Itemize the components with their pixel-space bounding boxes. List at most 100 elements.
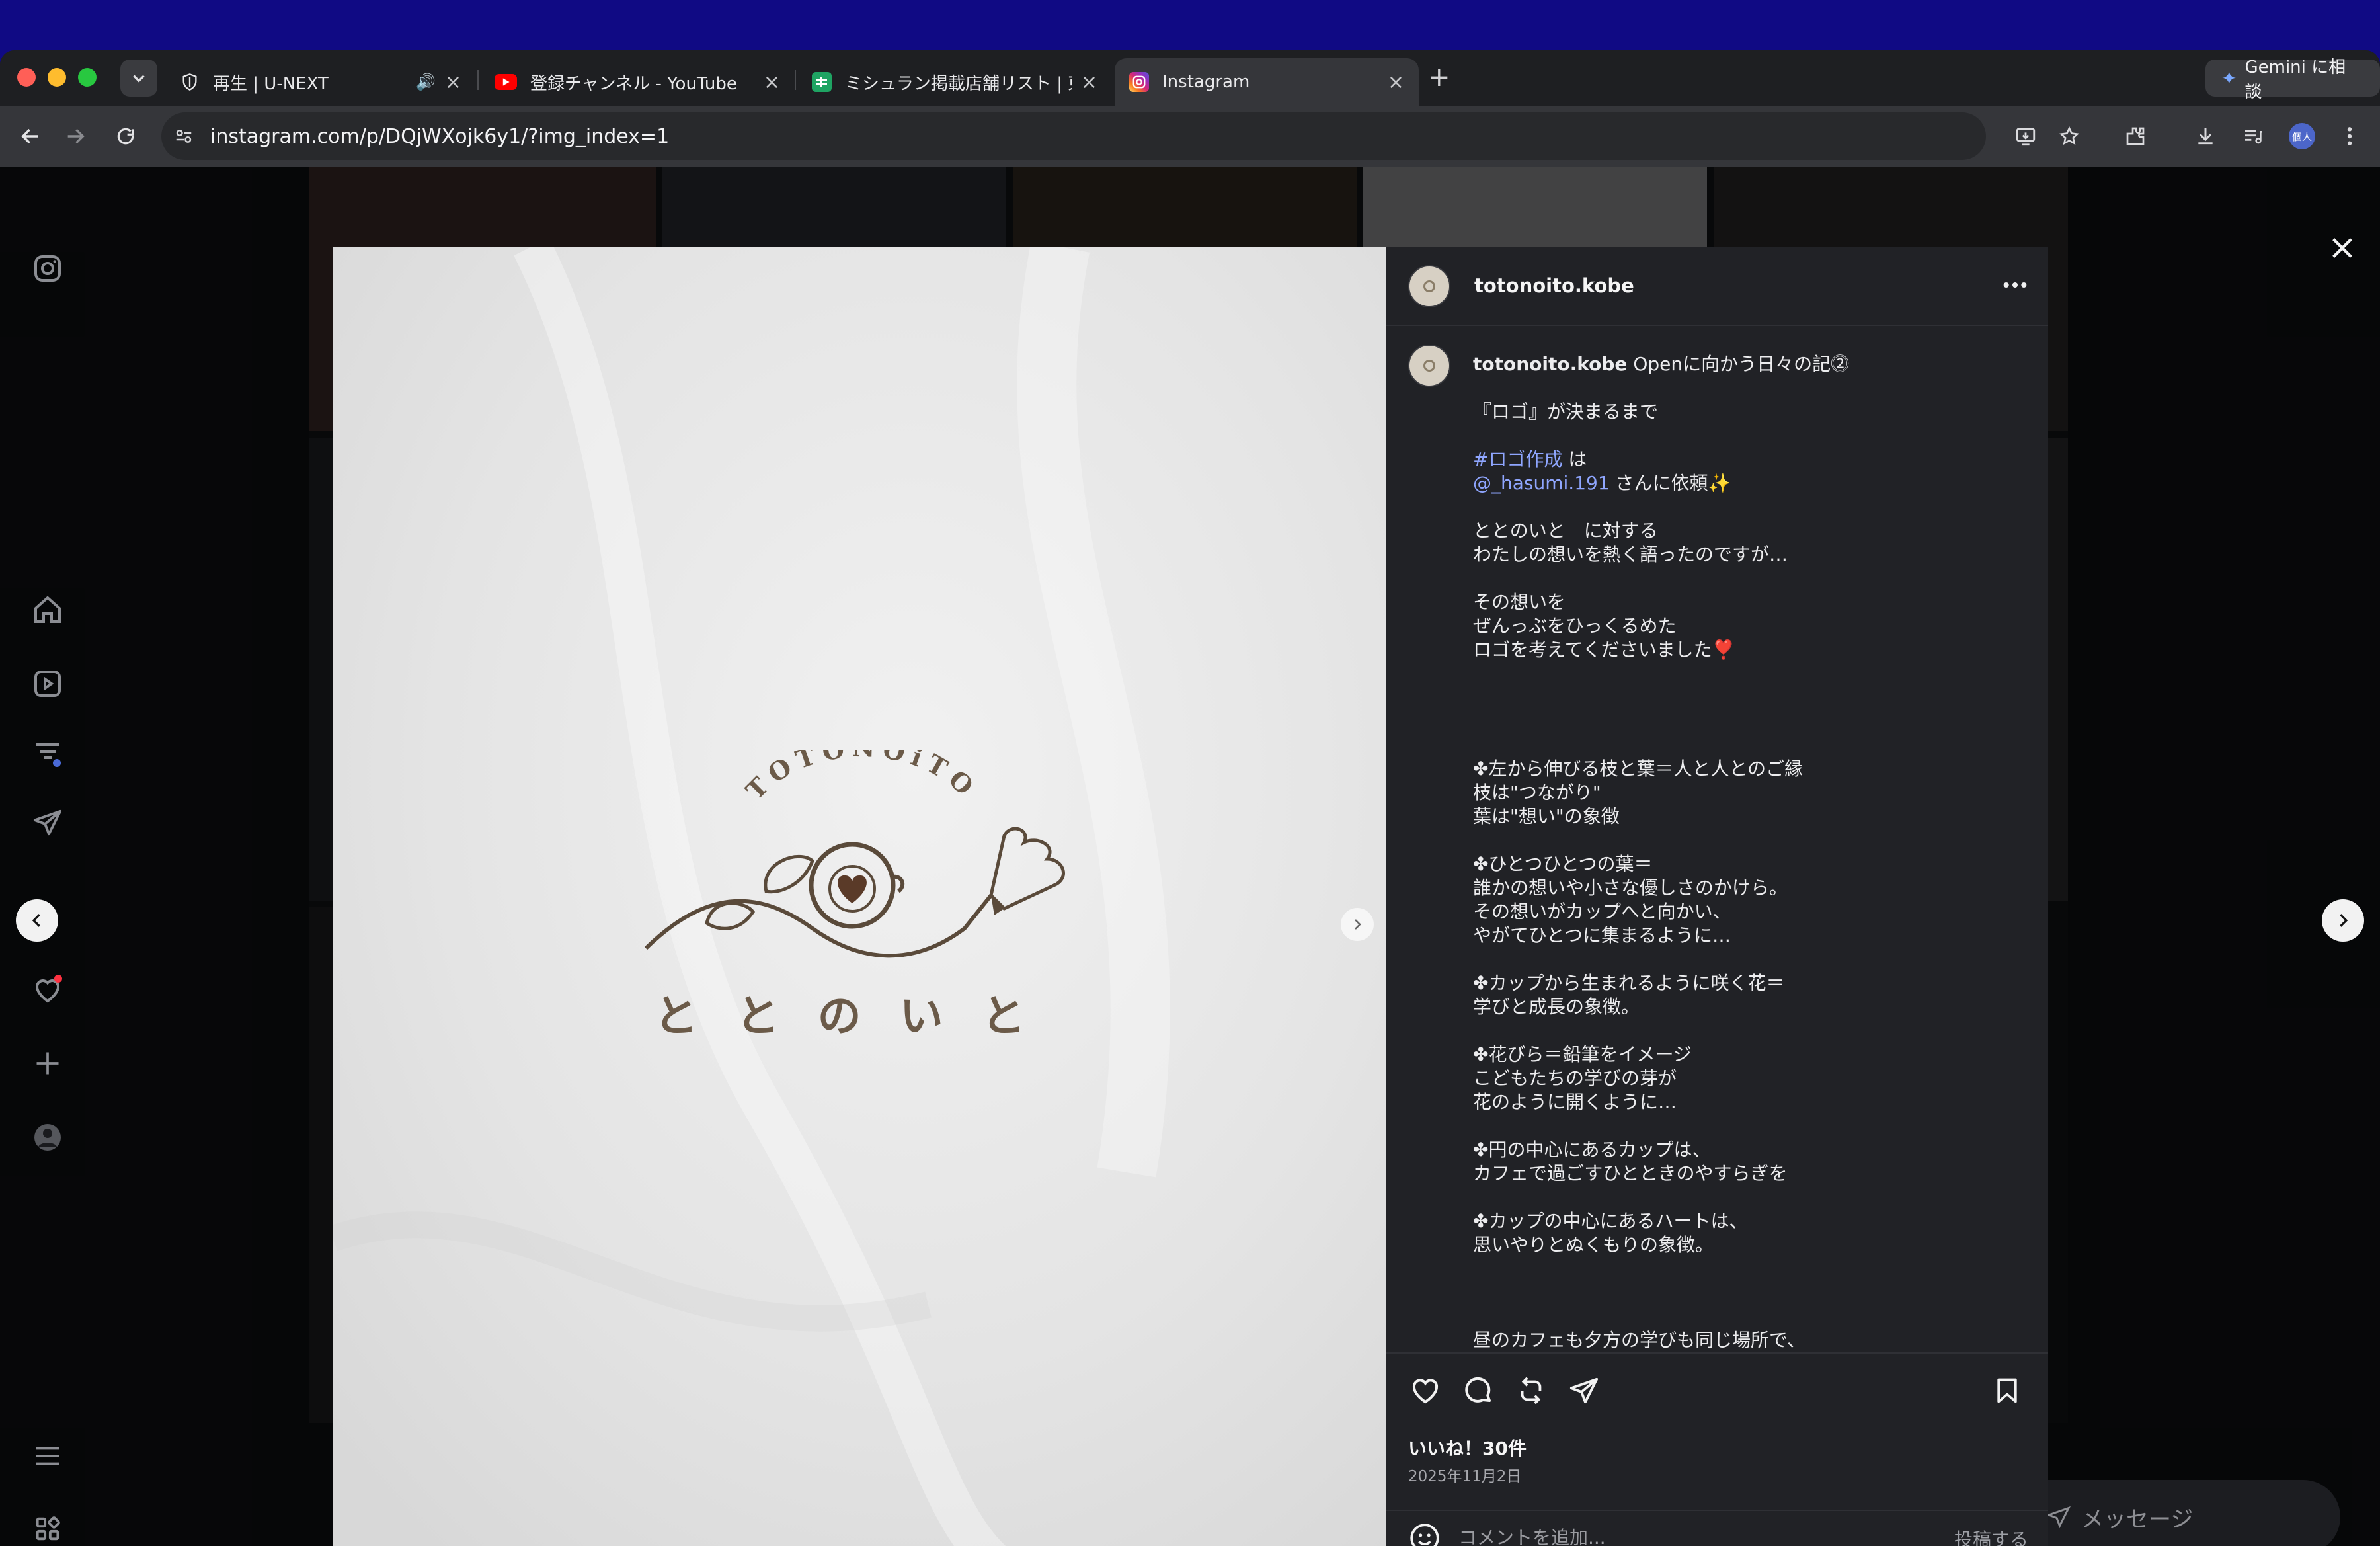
tab-separator bbox=[795, 70, 796, 90]
next-post-button[interactable] bbox=[2322, 899, 2364, 942]
bookmark-star-button[interactable] bbox=[2051, 118, 2088, 155]
caption-username[interactable]: totonoito.kobe bbox=[1473, 353, 1627, 375]
tab-close-icon[interactable]: × bbox=[445, 71, 461, 94]
post-comment-button[interactable]: 投稿する bbox=[1954, 1526, 2028, 1546]
reload-button[interactable] bbox=[107, 118, 144, 155]
browser-menu-button[interactable] bbox=[2331, 118, 2368, 155]
caption-line: その想いがカップへと向かい、 bbox=[1473, 901, 1731, 922]
previous-post-button[interactable] bbox=[16, 899, 58, 942]
reels-icon[interactable] bbox=[28, 664, 67, 704]
tab-close-icon[interactable]: × bbox=[764, 71, 780, 94]
create-plus-icon[interactable] bbox=[28, 1043, 67, 1083]
tab-unext[interactable]: 再生 | U-NEXT 🔊 × bbox=[165, 58, 476, 106]
caption-line: わたしの想いを熱く語ったのですが… bbox=[1473, 544, 1788, 565]
author-username[interactable]: totonoito.kobe bbox=[1474, 274, 1634, 297]
instagram-sidebar bbox=[0, 167, 93, 1546]
more-options-button[interactable] bbox=[2002, 270, 2028, 298]
close-modal-button[interactable] bbox=[2326, 231, 2359, 264]
forward-button[interactable] bbox=[57, 118, 94, 155]
tab-title: ミシュラン掲載店舗リスト | 東京 bbox=[845, 73, 1072, 94]
mention-link[interactable]: @_hasumi.191 bbox=[1473, 472, 1610, 494]
send-icon bbox=[2047, 1506, 2071, 1529]
logo-arc-text: TOTONOiTO bbox=[740, 733, 977, 805]
notifications-heart-icon[interactable] bbox=[28, 969, 67, 1009]
tab-strip: 再生 | U-NEXT 🔊 × 登録チャンネル - YouTube × ミシュラ… bbox=[0, 50, 2380, 106]
messages-icon[interactable] bbox=[28, 803, 67, 842]
instagram-icon bbox=[1129, 72, 1149, 92]
extensions-button[interactable] bbox=[2117, 118, 2154, 155]
like-button[interactable] bbox=[1407, 1372, 1444, 1409]
download-icon bbox=[2198, 128, 2213, 145]
hashtag-link[interactable]: #ロゴ作成 bbox=[1473, 448, 1562, 470]
save-button[interactable] bbox=[1989, 1372, 2026, 1409]
tab-separator bbox=[477, 70, 479, 90]
url-text: instagram.com/p/DQjWXojk6y1/?img_index=1 bbox=[210, 124, 670, 148]
feed-filter-icon[interactable] bbox=[28, 734, 67, 774]
repost-button[interactable] bbox=[1513, 1372, 1550, 1409]
caption-line: @_hasumi.191 さんに依頼✨ bbox=[1473, 472, 1731, 494]
caption-avatar[interactable] bbox=[1408, 345, 1450, 387]
caption-line: 昼のカフェも夕方の学びも同じ場所で、 bbox=[1473, 1329, 1805, 1351]
caption-line: ✤カップから生まれるように咲く花＝ bbox=[1473, 972, 1785, 994]
tab-search-button[interactable] bbox=[120, 60, 157, 97]
post-image: TOTONOiTO ととのいと bbox=[333, 247, 1386, 1546]
instagram-logo-icon[interactable] bbox=[28, 249, 67, 288]
address-bar[interactable]: instagram.com/p/DQjWXojk6y1/?img_index=1 bbox=[161, 112, 1986, 160]
bookmark-icon bbox=[1997, 1378, 2017, 1403]
window-minimize-button[interactable] bbox=[48, 68, 66, 87]
profile-avatar-icon[interactable] bbox=[28, 1118, 67, 1157]
smiley-icon bbox=[1410, 1524, 1439, 1546]
tab-close-icon[interactable]: × bbox=[1388, 71, 1404, 94]
instagram-page: メッセージ TOT OiTO ととのいと totonoito.kobe toto… bbox=[0, 167, 2380, 1546]
close-icon bbox=[2332, 238, 2352, 258]
more-horizontal-icon bbox=[2003, 282, 2027, 288]
carousel-next-button[interactable] bbox=[1341, 908, 1374, 941]
window-close-button[interactable] bbox=[17, 68, 36, 87]
media-control-button[interactable] bbox=[2235, 118, 2272, 155]
tab-title: 再生 | U-NEXT bbox=[213, 73, 329, 94]
arrow-left-icon bbox=[21, 128, 38, 144]
back-button[interactable] bbox=[12, 118, 49, 155]
reload-icon bbox=[117, 128, 134, 145]
hamburger-menu-icon[interactable] bbox=[28, 1436, 67, 1476]
messages-pill[interactable]: メッセージ bbox=[2010, 1480, 2340, 1546]
tab-youtube[interactable]: 登録チャンネル - YouTube × bbox=[480, 58, 795, 106]
tab-instagram[interactable]: Instagram × bbox=[1115, 58, 1419, 106]
comment-button[interactable] bbox=[1460, 1372, 1497, 1409]
svg-text:TOTONOiTO: TOTONOiTO bbox=[740, 750, 984, 805]
caption-line: 葉は"想い"の象徴 bbox=[1473, 805, 1620, 827]
messages-label: メッセージ bbox=[2081, 1506, 2194, 1533]
install-app-button[interactable] bbox=[2007, 118, 2044, 155]
home-icon[interactable] bbox=[28, 590, 67, 630]
caption-line: ぜんっぶをひっくるめた bbox=[1473, 615, 1677, 637]
caption-line: 枝は"つながり" bbox=[1473, 782, 1601, 803]
star-icon bbox=[2059, 126, 2079, 145]
tab-michelin-sheet[interactable]: ミシュラン掲載店舗リスト | 東京 × bbox=[797, 58, 1112, 106]
shield-icon bbox=[180, 72, 200, 92]
comment-bar: 投稿する bbox=[1386, 1510, 2048, 1546]
author-avatar[interactable] bbox=[1408, 265, 1450, 307]
apps-grid-icon[interactable] bbox=[28, 1509, 67, 1546]
site-settings-icon[interactable] bbox=[164, 116, 204, 156]
caption-line: こどもたちの学びの芽が bbox=[1473, 1067, 1677, 1089]
profile-button[interactable]: 個人 bbox=[2283, 118, 2320, 155]
gemini-button[interactable]: ✦ Gemini に相談 bbox=[2205, 58, 2380, 102]
comment-input[interactable] bbox=[1458, 1524, 1921, 1546]
share-button[interactable] bbox=[1566, 1372, 1603, 1409]
kebab-menu-icon bbox=[2347, 127, 2352, 145]
browser-window: 再生 | U-NEXT 🔊 × 登録チャンネル - YouTube × ミシュラ… bbox=[0, 50, 2380, 1546]
downloads-button[interactable] bbox=[2187, 118, 2224, 155]
window-zoom-button[interactable] bbox=[78, 68, 97, 87]
arrow-right-icon bbox=[67, 128, 85, 144]
caption-line: ロゴを考えてくださいました❣️ bbox=[1473, 639, 1735, 661]
likes-count[interactable]: いいね！30件 bbox=[1408, 1434, 1527, 1461]
gemini-label: Gemini に相談 bbox=[2244, 58, 2346, 102]
youtube-icon bbox=[495, 74, 517, 90]
caption-line: ✤ひとつひとつの葉＝ bbox=[1473, 853, 1653, 875]
tab-close-icon[interactable]: × bbox=[1081, 71, 1097, 94]
tab-title: 登録チャンネル - YouTube bbox=[530, 73, 737, 94]
emoji-button[interactable] bbox=[1408, 1522, 1441, 1546]
logo-kana-text: ととのいと bbox=[654, 991, 1063, 1041]
speaker-icon[interactable]: 🔊 bbox=[416, 73, 436, 91]
new-tab-button[interactable]: + bbox=[1428, 62, 1450, 93]
